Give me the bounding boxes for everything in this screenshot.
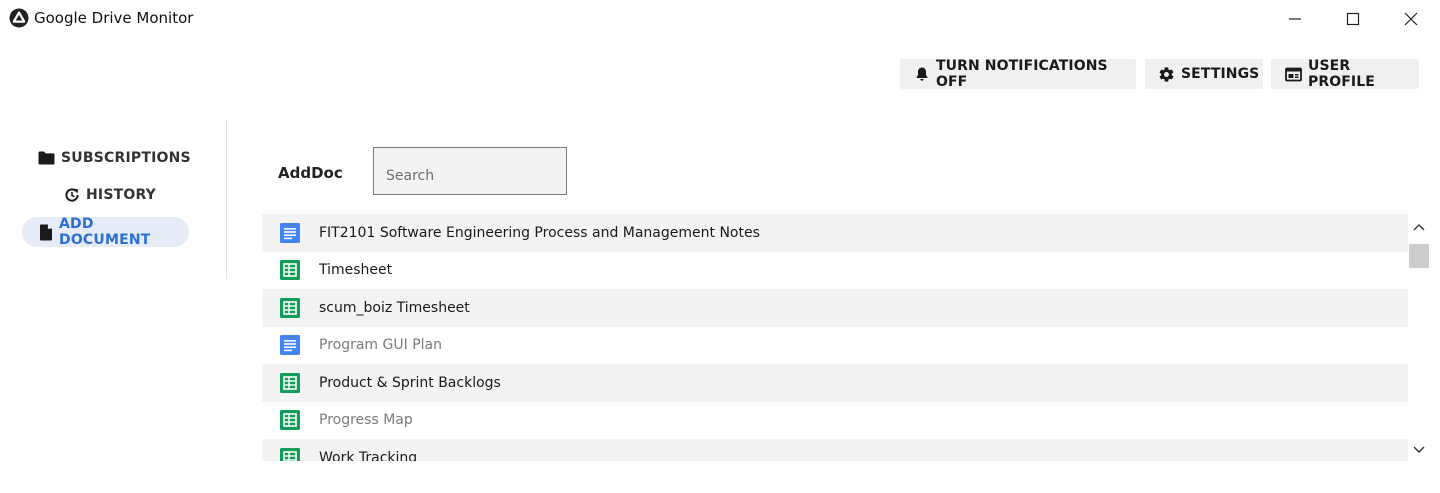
search-input[interactable] [373, 147, 567, 195]
scroll-up-button[interactable] [1408, 214, 1430, 240]
document-name: Timesheet [319, 262, 393, 279]
google-doc-icon [280, 335, 300, 356]
list-item[interactable]: Progress Map [262, 401, 1408, 439]
google-sheet-icon [280, 260, 300, 281]
app-logo-icon [9, 8, 29, 28]
sidebar-item-label: SUBSCRIPTIONS [61, 150, 191, 166]
list-item[interactable]: Timesheet [262, 251, 1408, 289]
maximize-icon [1346, 12, 1360, 26]
section-title: AddDoc [278, 164, 343, 182]
document-icon [40, 224, 52, 240]
bell-icon [916, 67, 928, 81]
document-name: Progress Map [319, 412, 413, 429]
google-sheet-icon [280, 372, 300, 393]
turn-notifications-off-button[interactable]: TURN NOTIFICATIONS OFF [900, 58, 1136, 90]
scroll-thumb[interactable] [1409, 244, 1429, 268]
list-item[interactable]: Product & Sprint Backlogs [262, 364, 1408, 402]
folder-icon [38, 151, 55, 165]
list-item[interactable]: scum_boiz Timesheet [262, 289, 1408, 327]
google-sheet-icon [280, 410, 300, 431]
list-item[interactable]: Program GUI Plan [262, 326, 1408, 364]
maximize-button[interactable] [1324, 0, 1382, 38]
close-button[interactable] [1382, 0, 1440, 38]
sidebar-item-label: ADD DOCUMENT [59, 216, 151, 248]
turn-notifications-off-label: TURN NOTIFICATIONS OFF [936, 58, 1108, 90]
document-name: FIT2101 Software Engineering Process and… [319, 224, 760, 241]
sidebar-item-subscriptions[interactable]: SUBSCRIPTIONS [38, 143, 191, 173]
document-name: Program GUI Plan [319, 337, 442, 354]
sidebar-divider [226, 120, 227, 279]
document-name: Work Tracking [319, 449, 418, 461]
profile-card-icon [1285, 67, 1302, 81]
minimize-icon [1289, 18, 1301, 20]
google-sheet-icon [280, 297, 300, 318]
minimize-button[interactable] [1266, 0, 1324, 38]
title-bar: Google Drive Monitor [0, 0, 1440, 38]
google-doc-icon [280, 222, 300, 243]
sidebar-item-add-document[interactable]: ADD DOCUMENT [22, 216, 189, 248]
settings-label: SETTINGS [1181, 66, 1260, 82]
list-item[interactable]: FIT2101 Software Engineering Process and… [262, 214, 1408, 252]
history-icon [65, 188, 79, 202]
vertical-scrollbar[interactable] [1408, 214, 1430, 461]
document-list: FIT2101 Software Engineering Process and… [262, 214, 1408, 461]
gear-icon [1159, 66, 1174, 82]
settings-button[interactable]: SETTINGS [1145, 59, 1263, 89]
sidebar-item-history[interactable]: HISTORY [64, 180, 156, 210]
scroll-down-button[interactable] [1408, 438, 1430, 461]
list-item[interactable]: Work Tracking [262, 439, 1408, 461]
user-profile-label: USER PROFILE [1308, 58, 1375, 90]
sidebar-item-label: HISTORY [86, 187, 157, 203]
document-name: Product & Sprint Backlogs [319, 374, 501, 391]
close-icon [1404, 12, 1418, 26]
user-profile-button[interactable]: USER PROFILE [1271, 58, 1419, 90]
chevron-up-icon [1413, 224, 1425, 231]
chevron-down-icon [1413, 446, 1425, 453]
document-name: scum_boiz Timesheet [319, 299, 470, 316]
window-title: Google Drive Monitor [34, 9, 194, 27]
google-sheet-icon [280, 447, 300, 461]
